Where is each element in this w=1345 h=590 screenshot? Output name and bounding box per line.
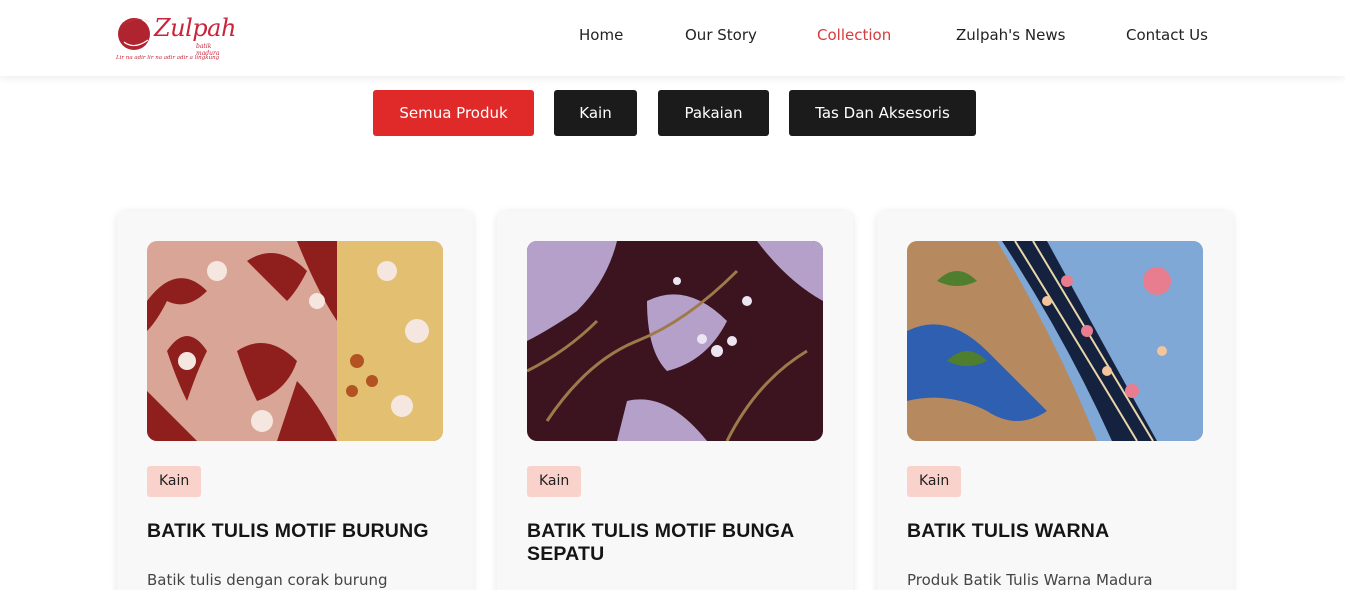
- batik-color-image: [907, 241, 1203, 441]
- nav-contact-us[interactable]: Contact Us: [1126, 26, 1208, 44]
- product-title: BATIK TULIS MOTIF BUNGA SEPATU: [527, 520, 794, 565]
- product-image-batik-bird[interactable]: [147, 241, 443, 441]
- site-header: Zulpah batik madura Lir na adir lir na a…: [0, 0, 1345, 76]
- batik-hibiscus-image: [527, 241, 823, 441]
- filter-kain-button[interactable]: Kain: [554, 90, 637, 136]
- logo-emblem-icon: [118, 18, 150, 50]
- nav-collection[interactable]: Collection: [817, 26, 891, 44]
- nav-home[interactable]: Home: [579, 26, 623, 44]
- product-description: Batik tulis dengan corak burung: [147, 571, 388, 589]
- product-image-batik-hibiscus[interactable]: [527, 241, 823, 441]
- brand-logo[interactable]: Zulpah batik madura Lir na adir lir na a…: [116, 10, 236, 66]
- filter-pakaian-button[interactable]: Pakaian: [658, 90, 769, 136]
- product-title: BATIK TULIS MOTIF BURUNG: [147, 520, 429, 542]
- brand-tagline: Lir na adir lir na adir adir a lingkung: [116, 55, 220, 61]
- batik-bird-image: [147, 241, 443, 441]
- product-category-tag: Kain: [147, 466, 202, 497]
- product-card[interactable]: Kain BATIK TULIS MOTIF BURUNG Batik tuli…: [117, 211, 473, 590]
- product-image-batik-color[interactable]: [907, 241, 1203, 441]
- nav-zulpahs-news[interactable]: Zulpah's News: [956, 26, 1065, 44]
- product-card[interactable]: Kain BATIK TULIS WARNA Produk Batik Tuli…: [877, 211, 1233, 590]
- product-card[interactable]: Kain BATIK TULIS MOTIF BUNGA SEPATU: [497, 211, 853, 590]
- product-description: Produk Batik Tulis Warna Madura: [907, 571, 1153, 589]
- filter-tas-dan-aksesoris-button[interactable]: Tas Dan Aksesoris: [789, 90, 976, 136]
- product-category-tag: Kain: [527, 466, 582, 497]
- product-title: BATIK TULIS WARNA: [907, 520, 1110, 542]
- brand-name: Zulpah: [154, 14, 236, 42]
- product-category-tag: Kain: [907, 466, 962, 497]
- nav-our-story[interactable]: Our Story: [685, 26, 757, 44]
- filter-semua-produk-button[interactable]: Semua Produk: [373, 90, 534, 136]
